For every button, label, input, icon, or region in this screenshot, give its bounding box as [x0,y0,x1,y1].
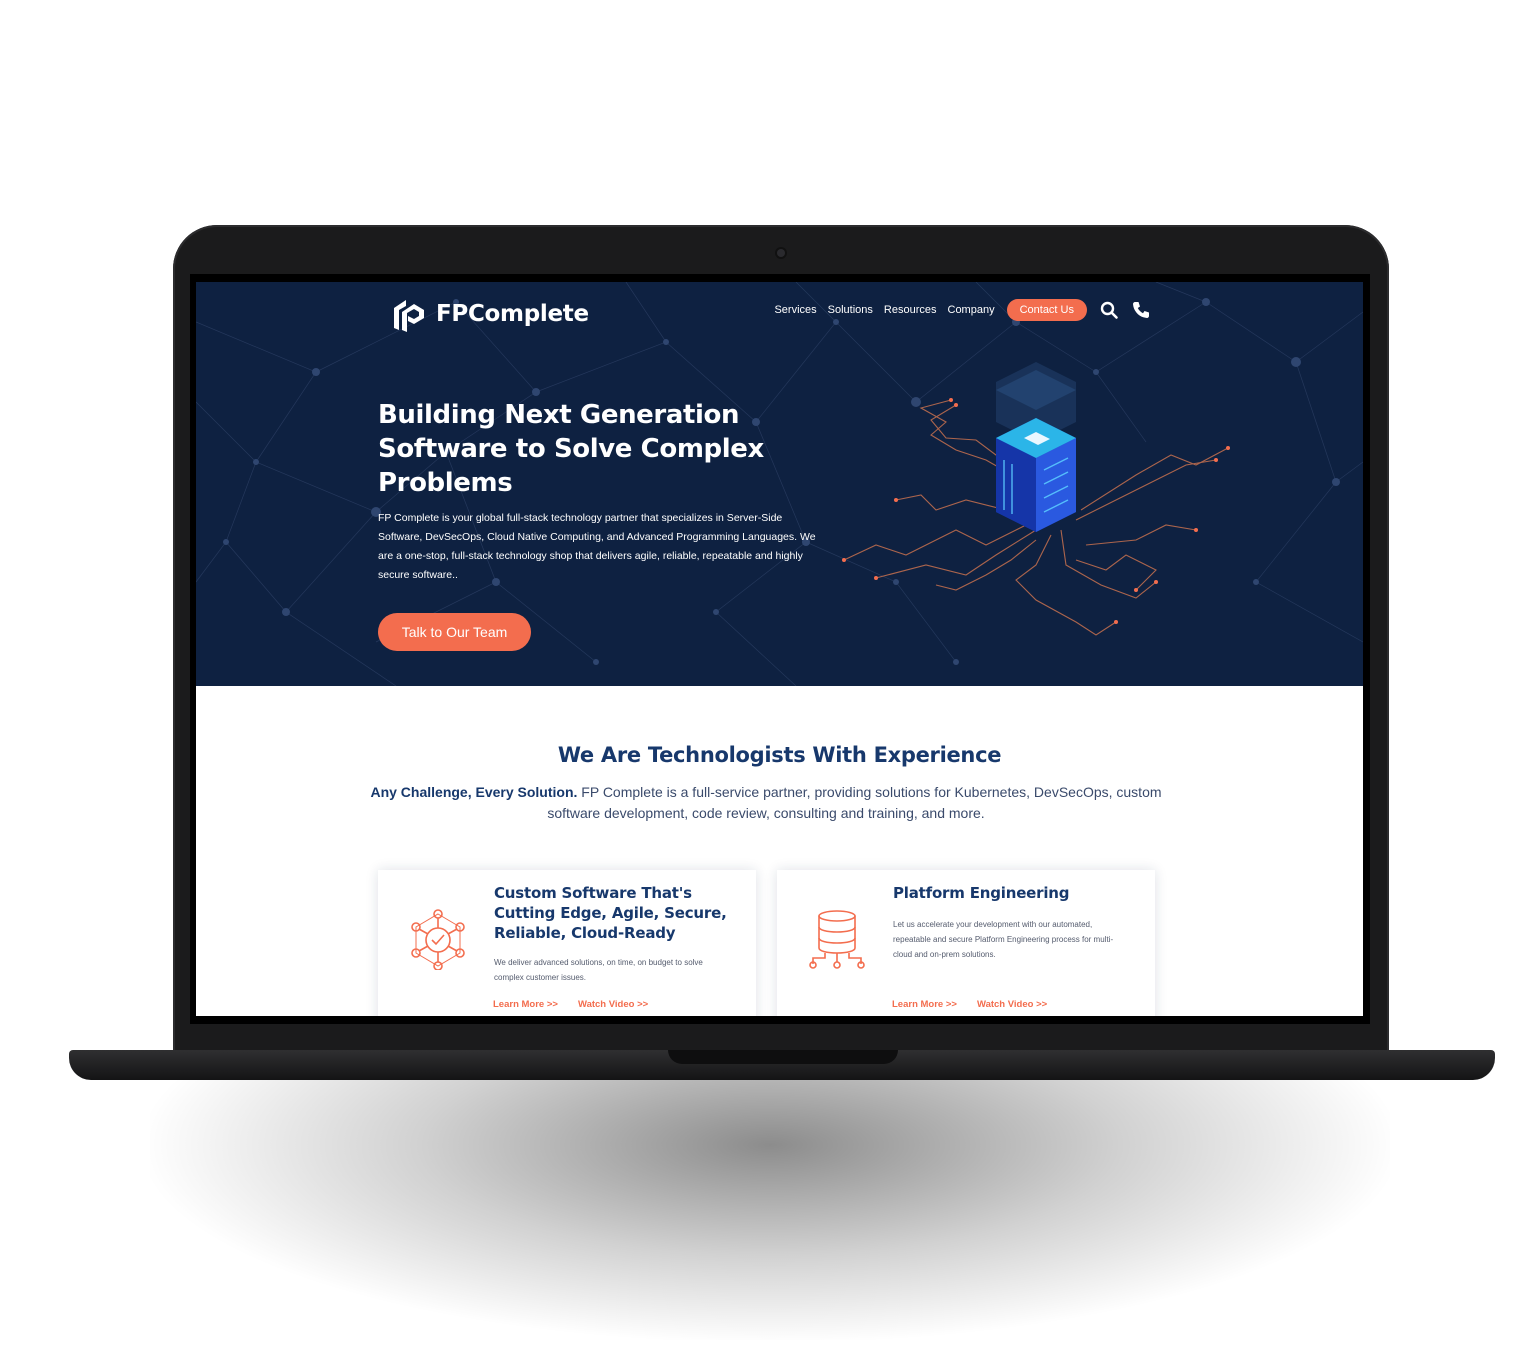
section-description: Any Challenge, Every Solution. FP Comple… [366,782,1166,824]
camera-icon [777,249,785,257]
service-card-custom-software: Custom Software That's Cutting Edge, Agi… [378,870,756,1016]
network-check-icon [411,909,465,970]
search-icon[interactable] [1099,300,1119,320]
phone-icon[interactable] [1131,300,1151,320]
talk-to-team-button[interactable]: Talk to Our Team [378,613,531,651]
learn-more-link[interactable]: Learn More >> [892,999,957,1010]
nav-services[interactable]: Services [774,304,816,316]
card-links: Learn More >> Watch Video >> [493,999,668,1010]
hero-section: FPComplete Services Solutions Resources … [196,282,1363,686]
section-body: FP Complete is a full-service partner, p… [547,784,1162,821]
hero-title: Building Next Generation Software to Sol… [378,400,764,498]
brand-name: FPComplete [436,301,589,327]
card-title: Custom Software That's Cutting Edge, Agi… [494,884,727,942]
laptop-hinge-notch [668,1050,898,1064]
laptop-shadow [150,1080,1390,1340]
watch-video-link[interactable]: Watch Video >> [977,999,1047,1010]
contact-us-button[interactable]: Contact Us [1006,299,1087,321]
section-title: We Are Technologists With Experience [557,743,1002,767]
section-lead: Any Challenge, Every Solution. [370,784,578,800]
nav-solutions[interactable]: Solutions [828,304,873,316]
hero-description: FP Complete is your global full-stack te… [378,512,816,581]
database-icon [809,910,865,969]
fp-logo-icon [394,300,424,332]
brand-logo[interactable]: FPComplete [388,292,589,336]
card-description: We deliver advanced solutions, on time, … [494,958,703,982]
service-card-platform-engineering: Platform Engineering Let us accelerate y… [777,870,1155,1016]
nav-resources[interactable]: Resources [884,304,937,316]
card-links: Learn More >> Watch Video >> [892,999,1067,1010]
learn-more-link[interactable]: Learn More >> [493,999,558,1010]
card-description: Let us accelerate your development with … [893,920,1114,959]
watch-video-link[interactable]: Watch Video >> [578,999,648,1010]
top-nav: Services Solutions Resources Company Con… [763,299,1151,321]
website-screen: FPComplete Services Solutions Resources … [196,282,1363,1016]
nav-company[interactable]: Company [948,304,995,316]
card-title: Platform Engineering [893,884,1070,902]
server-circuit-illustration [842,362,1230,636]
